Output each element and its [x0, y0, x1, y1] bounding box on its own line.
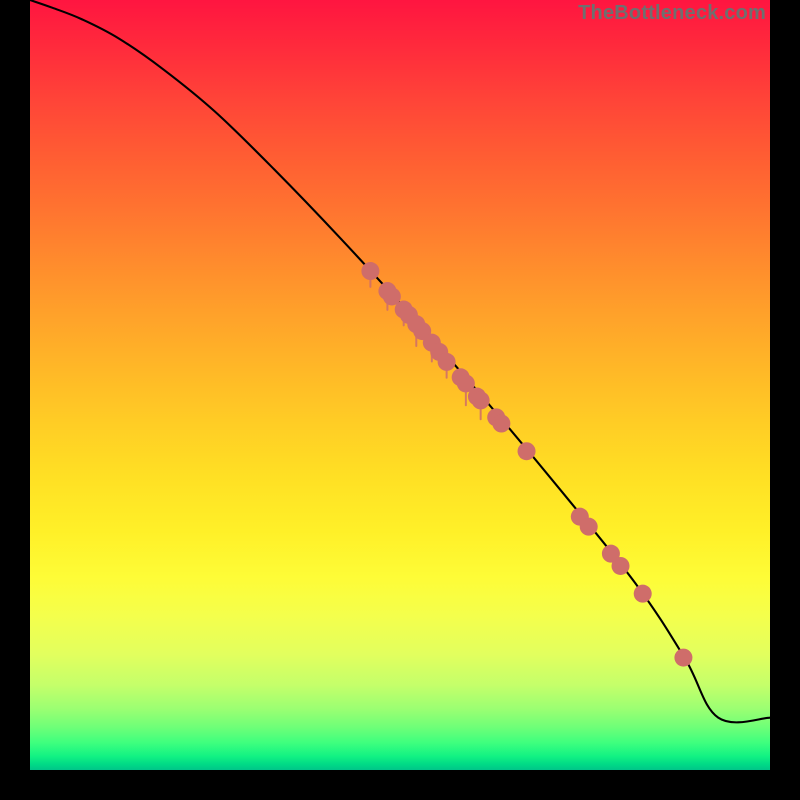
data-point	[438, 353, 456, 371]
plot-area	[30, 0, 770, 770]
data-point	[580, 518, 598, 536]
data-point	[492, 415, 510, 433]
curve-line	[30, 0, 770, 722]
data-point	[674, 649, 692, 667]
chart-svg	[30, 0, 770, 770]
data-point	[612, 557, 630, 575]
data-point	[518, 442, 536, 460]
data-point	[472, 391, 490, 409]
watermark-text: TheBottleneck.com	[578, 2, 766, 25]
data-point	[361, 262, 379, 280]
scatter-points	[361, 262, 692, 667]
chart-stage: TheBottleneck.com	[0, 0, 800, 800]
data-point	[634, 585, 652, 603]
